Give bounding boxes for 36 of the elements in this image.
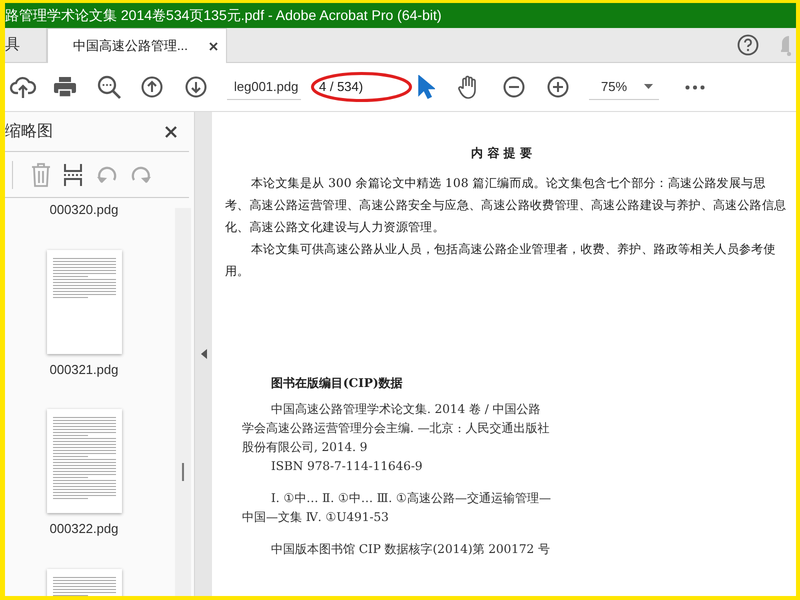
collapse-arrow-icon[interactable] [200,349,206,359]
help-icon[interactable] [737,34,759,56]
cip-text: 中国版本图书馆 CIP 数据核字(2014)第 200172 号 [270,541,551,558]
print-icon[interactable] [53,76,77,98]
scrollbar-thumb[interactable] [182,463,184,481]
cip-text: 中国高速公路管理学术论文集. 2014 卷 / 中国公路学会高速公路运营管理分会主编. —北京 : 人民交通出版社股份有限公司, 2014. 9 [242,401,550,456]
previous-page-icon[interactable] [141,76,163,98]
zoom-search-icon[interactable] [97,75,121,99]
document-tab[interactable]: 中国高速公路管理... [47,28,227,63]
panel-title: 缩略图 [5,122,53,142]
thumbnail-label: 000321.pdg [50,360,118,379]
close-tab-icon[interactable] [209,42,218,50]
caret-icon [644,84,653,89]
page-thumbnail[interactable] [46,250,122,354]
zoom-out-icon[interactable] [503,76,525,98]
paragraph: 本论文集可供高速公路从业人员，包括高速公路企业管理者，收费、养护、路政等相关人员参考使用。 [225,241,777,280]
page-label-field[interactable]: leg001.pdg [227,74,301,100]
document-tab[interactable]: 具 [5,28,47,62]
insert-page-icon[interactable] [63,164,83,186]
pointer-icon[interactable] [417,75,435,99]
page-heading: 内 容 提 要 [470,145,533,162]
zoom-in-icon[interactable] [547,76,569,98]
close-icon[interactable] [165,126,177,138]
window-title: 路管理学术论文集 2014卷534页135元.pdf - Adobe Acrobat Pro (64-bit) [5,6,442,25]
more-icon[interactable] [685,84,705,90]
scrollbar[interactable] [175,208,191,596]
cip-text: ISBN 978-7-114-11646-9 [270,458,424,475]
thumbnail-label: 000322.pdg [50,520,118,538]
thumbnail-label: 000320.pdg [50,201,118,219]
cip-text: Ⅰ. ①中… Ⅱ. ①中… Ⅲ. ①高速公路—交通运输管理—中国—文集 Ⅳ. ①U491-53 [242,490,552,526]
paragraph: 本论文集是从 300 余篇论文中精选 108 篇汇编而成。论文集包含七个部分：高速公路发展与思考、高速公路运营管理、高速公路安全与应急、高速公路收费管理、高速公路建设与养护、高速公路信息化、高速公路文化建设与人力资源管理。 [225,175,788,236]
page-thumbnail[interactable] [46,409,122,513]
next-page-icon[interactable] [185,76,207,98]
cloud-upload-icon[interactable] [10,75,36,99]
cip-heading: 图书在版编目(CIP)数据 [271,375,403,392]
zoom-dropdown[interactable]: 75% [589,74,659,100]
